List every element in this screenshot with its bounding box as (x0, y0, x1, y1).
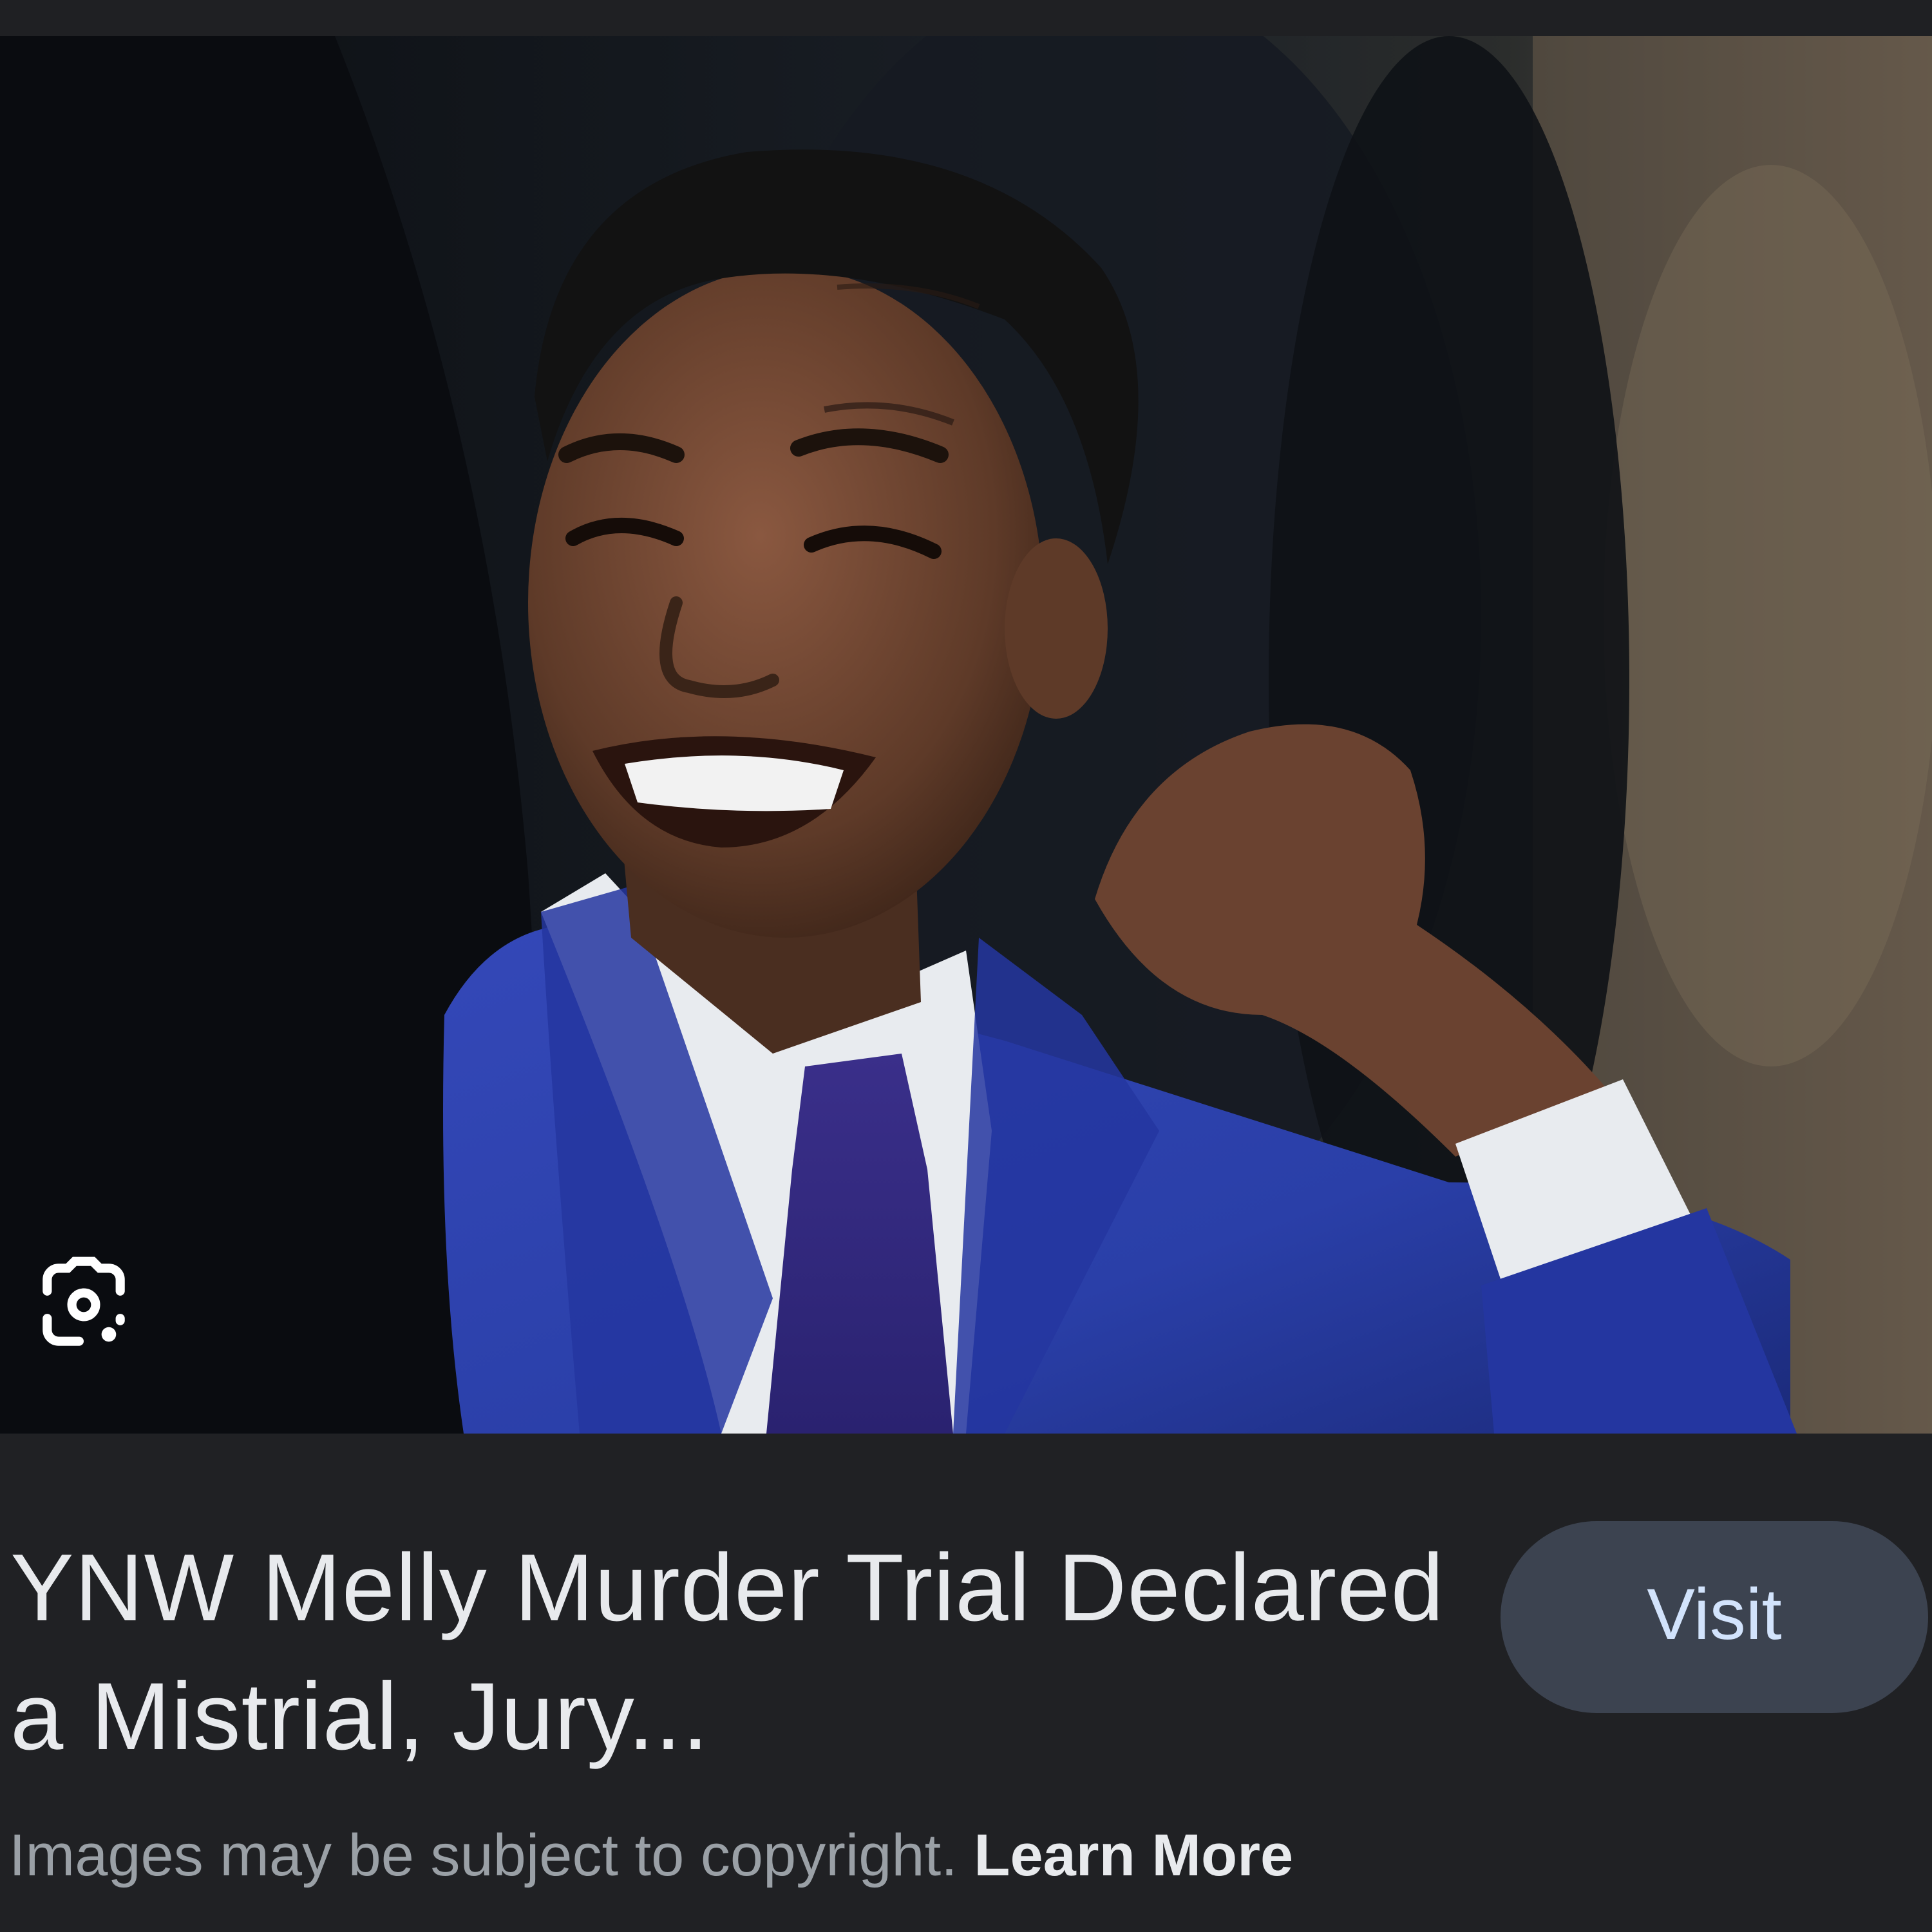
result-info: YNW Melly Murder Trial Declared a Mistri… (0, 1434, 1932, 1932)
copyright-notice: Images may be subject to copyright. Lear… (9, 1820, 1293, 1891)
result-photo[interactable] (0, 36, 1932, 1434)
google-lens-icon (43, 1256, 125, 1346)
google-lens-button[interactable] (19, 1240, 148, 1369)
photo-illustration (0, 36, 1932, 1434)
image-result-panel: YNW Melly Murder Trial Declared a Mistri… (0, 0, 1932, 1932)
learn-more-link[interactable]: Learn More (974, 1823, 1293, 1888)
result-title[interactable]: YNW Melly Murder Trial Declared a Mistri… (10, 1524, 1459, 1781)
copyright-text: Images may be subject to copyright. (9, 1823, 958, 1888)
top-bar (0, 0, 1932, 36)
visit-button[interactable]: Visit (1501, 1521, 1928, 1713)
